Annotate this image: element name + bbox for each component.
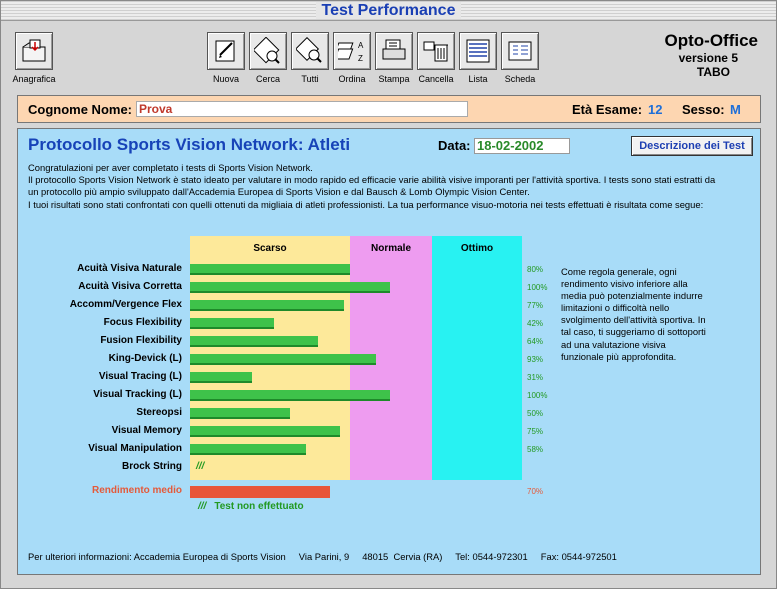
title-bar[interactable]: Test Performance <box>1 1 776 21</box>
average-bar <box>190 486 330 498</box>
list-icon <box>466 39 490 63</box>
test-label: Visual Memory <box>111 425 182 436</box>
not-done-mark: /// <box>196 461 205 472</box>
svg-text:Z: Z <box>358 54 363 63</box>
score-bar <box>190 336 318 347</box>
test-label: Visual Tracking (L) <box>93 389 182 400</box>
legend-text: Test non effettuato <box>214 501 304 512</box>
score-percent: 80% <box>527 265 544 274</box>
zone-header: Scarso <box>253 243 287 254</box>
score-bar <box>190 318 274 329</box>
print-icon <box>382 39 406 60</box>
test-label: Brock String <box>121 461 182 472</box>
sex-label: Sesso: <box>682 102 725 117</box>
test-label: Acuità Visiva Naturale <box>77 263 182 274</box>
footer-contact: Per ulteriori informazioni: Accademia Eu… <box>28 551 617 562</box>
score-percent: 100% <box>527 391 548 400</box>
test-label: Focus Flexibility <box>103 317 182 328</box>
score-bar <box>190 408 290 419</box>
card-icon <box>508 41 532 61</box>
score-bar <box>190 264 350 275</box>
show-all-icon <box>296 37 322 63</box>
intro-line: un protocollo più ampio sviluppato dall'… <box>28 186 530 198</box>
toolbar-button-tutti[interactable] <box>291 32 329 70</box>
date-field[interactable]: 18-02-2002 <box>474 138 570 154</box>
test-label: Visual Manipulation <box>88 443 182 454</box>
test-label: Accomm/Vergence Flex <box>69 299 182 310</box>
average-label: Rendimento medio <box>91 485 182 496</box>
score-bar <box>190 282 390 293</box>
advice-note: Come regola generale, ogni rendimento vi… <box>561 266 706 362</box>
score-bar <box>190 372 252 383</box>
score-percent: 31% <box>527 373 544 382</box>
score-bar <box>190 444 306 455</box>
score-percent: 100% <box>527 283 548 292</box>
search-icon <box>254 37 280 64</box>
svg-text:A: A <box>358 41 364 50</box>
test-label: Fusion Flexibility <box>100 335 182 346</box>
toolbar-label: Scheda <box>504 74 536 84</box>
patient-panel: Cognome Nome: Prova Età Esame: 12 Sesso:… <box>17 95 761 123</box>
date-label: Data: <box>438 138 471 153</box>
score-percent: 75% <box>527 427 544 436</box>
sex-value[interactable]: M <box>730 102 741 117</box>
toolbar-button-nuova[interactable] <box>207 32 245 70</box>
test-label: King-Devick (L) <box>108 353 182 364</box>
score-bar <box>190 354 376 365</box>
score-percent: 64% <box>527 337 544 346</box>
score-bar <box>190 426 340 437</box>
toolbar-button-cancella[interactable] <box>417 32 455 70</box>
score-percent: 77% <box>527 301 544 310</box>
legend: /// Test non effettuato <box>198 501 304 512</box>
protocol-title: Protocollo Sports Vision Network: Atleti <box>28 135 351 154</box>
anagrafica-button[interactable] <box>15 32 53 70</box>
zone-header: Ottimo <box>460 243 494 254</box>
new-record-icon <box>215 40 235 62</box>
not-done-mark: /// <box>198 501 207 512</box>
intro-text: Congratulazioni per aver completato i te… <box>28 162 758 211</box>
age-label: Età Esame: <box>572 102 643 117</box>
name-field[interactable]: Prova <box>136 101 468 117</box>
toolbar-button-lista[interactable] <box>459 32 497 70</box>
zone-header: Normale <box>370 243 411 254</box>
test-description-button[interactable]: Descrizione dei Test <box>631 136 753 156</box>
score-percent: 50% <box>527 409 544 418</box>
trash-icon <box>423 41 448 62</box>
age-value[interactable]: 12 <box>648 102 662 117</box>
score-percent: 93% <box>527 355 544 364</box>
anagrafica-label: Anagrafica <box>12 74 56 84</box>
toolbar-button-ordina[interactable]: AZ <box>333 32 371 70</box>
brand-sub: TABO <box>696 65 730 79</box>
test-label: Stereopsi <box>136 407 182 418</box>
score-bar <box>190 300 344 311</box>
score-bar <box>190 390 390 401</box>
intro-line: Il protocollo Sports Vision Network è st… <box>28 174 716 186</box>
test-label: Acuità Visiva Corretta <box>78 281 182 292</box>
app-window: Test Performance Anagrafica Nuova Cerca Tu… <box>0 0 777 589</box>
test-label: Visual Tracing (L) <box>98 371 182 382</box>
sort-icon: AZ <box>338 41 364 63</box>
brand-name: Opto-Office <box>664 31 759 50</box>
intro-line: I tuoi risultati sono stati confrontati … <box>28 198 704 210</box>
score-percent: 58% <box>527 445 544 454</box>
score-percent: 42% <box>527 319 544 328</box>
toolbar-button-stampa[interactable] <box>375 32 413 70</box>
average-percent: 70% <box>527 487 544 496</box>
results-panel: Protocollo Sports Vision Network: Atleti… <box>17 128 761 575</box>
toolbar-button-cerca[interactable] <box>249 32 287 70</box>
zone-ottimo <box>432 236 522 480</box>
window-title: Test Performance <box>315 2 462 19</box>
toolbar-button-scheda[interactable] <box>501 32 539 70</box>
name-label: Cognome Nome: <box>28 102 132 117</box>
brand-version: versione 5 <box>678 51 738 65</box>
folder-icon <box>22 39 46 62</box>
intro-line: Congratulazioni per aver completato i te… <box>28 162 313 173</box>
